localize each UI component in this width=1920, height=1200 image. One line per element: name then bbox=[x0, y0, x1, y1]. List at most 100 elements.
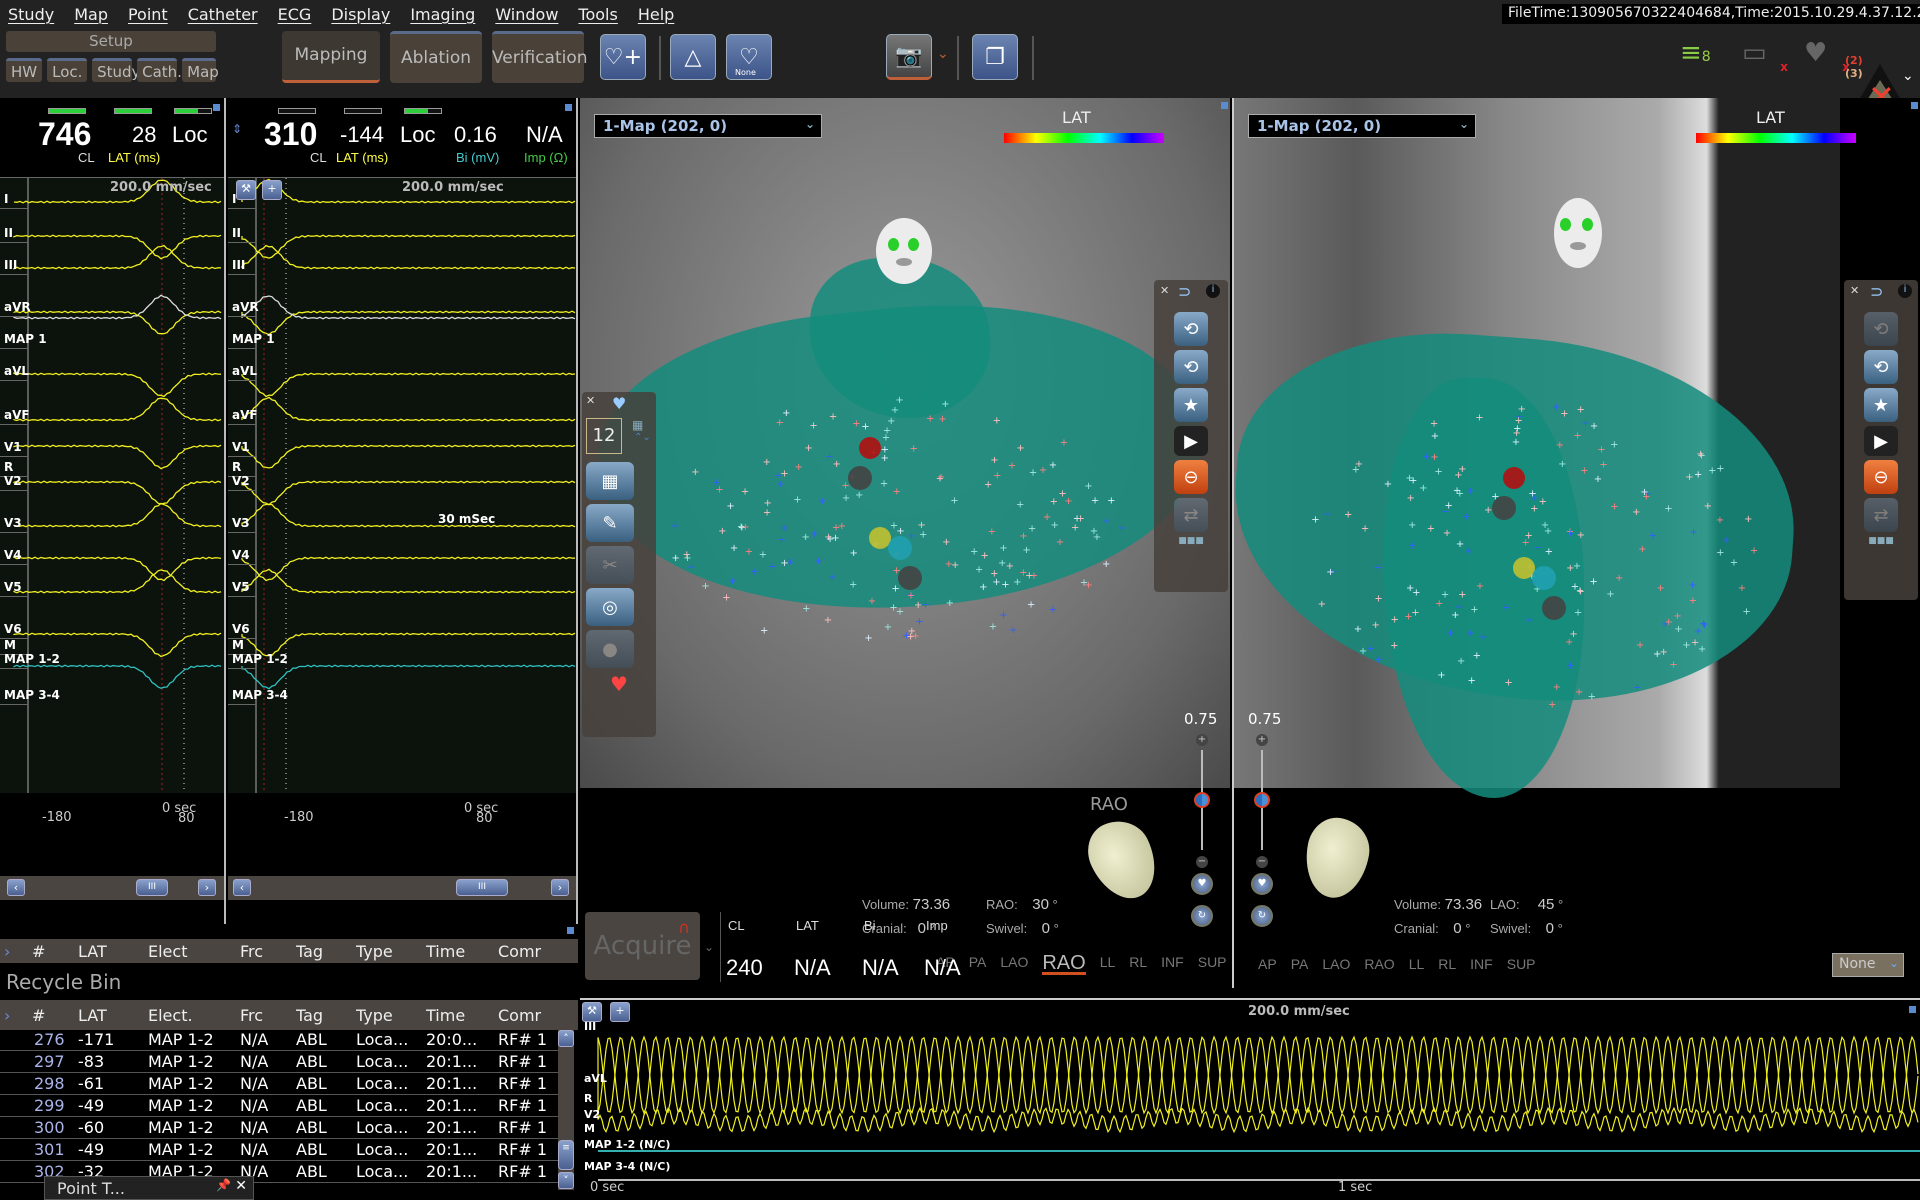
catheter-connected-icon[interactable]: ≡8 bbox=[1680, 38, 1720, 74]
view-lao-button[interactable]: LAO bbox=[1322, 956, 1350, 972]
col-header[interactable]: Time bbox=[426, 942, 498, 961]
stepper-icon[interactable]: ⌃⌄ bbox=[634, 432, 651, 443]
mode-verification-button[interactable]: Verification bbox=[492, 31, 588, 83]
heart-view-button[interactable]: ♥ bbox=[1251, 873, 1273, 895]
menu-tools[interactable]: Tools bbox=[578, 5, 617, 24]
map-view-right[interactable]: + + + + + + + + + + + + + + + + + + + + + + + + + + + + + + + + + + + + + + + +… bbox=[1232, 98, 1920, 988]
menu-imaging[interactable]: Imaging bbox=[410, 5, 475, 24]
col-header[interactable]: Comr bbox=[498, 1006, 568, 1025]
table-row[interactable]: 299 -49 MAP 1-2 N/A ABL Loca... 20:1... RF# 1 bbox=[0, 1095, 560, 1117]
scroll-left-button[interactable]: ‹ bbox=[7, 879, 25, 896]
table-row[interactable]: 300 -60 MAP 1-2 N/A ABL Loca... 20:1... RF# 1 bbox=[0, 1117, 560, 1139]
overlay-none-select[interactable]: None ⌄ bbox=[1832, 953, 1904, 977]
view-ll-button[interactable]: LL bbox=[1409, 956, 1425, 972]
menu-point[interactable]: Point bbox=[128, 5, 168, 24]
view-pa-button[interactable]: PA bbox=[969, 954, 987, 975]
ecg-right-scrollbar[interactable]: ‹ III › bbox=[228, 876, 576, 900]
view-rao-button[interactable]: RAO bbox=[1042, 953, 1086, 975]
menu-help[interactable]: Help bbox=[638, 5, 674, 24]
scroll-thumb[interactable]: ≡ bbox=[558, 1140, 574, 1170]
col-header[interactable]: Elect bbox=[148, 942, 240, 961]
window-switch-button[interactable]: ❐ bbox=[972, 34, 1018, 80]
scissors-button[interactable]: ✂ bbox=[586, 546, 634, 584]
zoom-in-icon[interactable]: + bbox=[1196, 734, 1208, 746]
more-icon[interactable]: ■■■ bbox=[1154, 536, 1228, 546]
heart-tools-icon[interactable]: ♥ bbox=[582, 672, 656, 696]
setup-hw-button[interactable]: HW bbox=[6, 58, 43, 82]
view-inf-button[interactable]: INF bbox=[1161, 954, 1184, 975]
scroll-right-button[interactable]: › bbox=[551, 879, 569, 896]
menu-study[interactable]: Study bbox=[8, 5, 54, 24]
zoom-out-icon[interactable]: − bbox=[1196, 856, 1208, 868]
scroll-up-button[interactable]: ˄ bbox=[558, 1030, 574, 1047]
shuffle-button[interactable]: ⇄ bbox=[1174, 498, 1208, 532]
panel-corner-icon[interactable] bbox=[565, 104, 572, 111]
reset-view-button[interactable]: ↻ bbox=[1251, 905, 1273, 927]
info-icon[interactable]: i bbox=[1206, 284, 1220, 298]
zoom-in-icon[interactable]: + bbox=[1256, 734, 1268, 746]
panel-corner-icon[interactable] bbox=[1911, 102, 1918, 109]
close-icon[interactable]: ✕ bbox=[235, 1178, 247, 1194]
panel-corner-icon[interactable] bbox=[1909, 1006, 1916, 1013]
grid-icon[interactable]: ▦ bbox=[632, 418, 643, 432]
setup-label[interactable]: Setup bbox=[6, 31, 216, 52]
point-tab-window[interactable]: Point T... 📌 ✕ bbox=[44, 1176, 254, 1200]
view-rao-button[interactable]: RAO bbox=[1364, 956, 1394, 972]
col-header[interactable]: # bbox=[24, 942, 78, 961]
heart-note-button[interactable]: ♡ None bbox=[726, 34, 772, 80]
col-header[interactable]: Tag bbox=[296, 1006, 356, 1025]
setup-study-button[interactable]: Study bbox=[92, 58, 140, 82]
expand-updown-icon[interactable]: ⇕ bbox=[232, 122, 242, 136]
col-header[interactable]: Type bbox=[356, 1006, 426, 1025]
scroll-thumb[interactable]: III bbox=[136, 879, 168, 896]
table-row[interactable]: 301 -49 MAP 1-2 N/A ABL Loca... 20:1... RF# 1 bbox=[0, 1139, 560, 1161]
view-rl-button[interactable]: RL bbox=[1129, 954, 1147, 975]
playback-button[interactable]: ▶ bbox=[1174, 426, 1208, 456]
table-row[interactable]: 276 -171 MAP 1-2 N/A ABL Loca... 20:0... RF# 1 bbox=[0, 1029, 560, 1051]
view-ap-button[interactable]: AP bbox=[1258, 956, 1277, 972]
col-header[interactable]: Type bbox=[356, 942, 426, 961]
close-icon[interactable]: ✕ bbox=[586, 394, 595, 407]
history-view-button[interactable]: ⟲ bbox=[1864, 312, 1898, 346]
orientation-heart-model[interactable] bbox=[1299, 813, 1375, 903]
zoom-out-icon[interactable]: − bbox=[1256, 856, 1268, 868]
acquire-button[interactable]: Acquire ∩ bbox=[585, 912, 700, 980]
reset-view-button[interactable]: ↻ bbox=[1191, 905, 1213, 927]
scroll-thumb[interactable]: III bbox=[456, 879, 508, 896]
col-header[interactable]: Time bbox=[426, 1006, 498, 1025]
table-row[interactable]: 297 -83 MAP 1-2 N/A ABL Loca... 20:1... RF# 1 bbox=[0, 1051, 560, 1073]
points-count[interactable]: 12 bbox=[586, 418, 622, 454]
caliper-tool-button[interactable]: ⚒ bbox=[236, 180, 256, 200]
triangle-catheter-button[interactable]: △ bbox=[670, 34, 716, 80]
setup-map-button[interactable]: Map bbox=[182, 58, 219, 82]
col-header[interactable]: LAT bbox=[78, 1006, 148, 1025]
expand-icon[interactable]: › bbox=[0, 1006, 24, 1025]
acquire-dropdown-icon[interactable]: ⌄ bbox=[704, 940, 714, 954]
info-icon[interactable]: i bbox=[1898, 284, 1912, 298]
pin-icon[interactable]: 📌 bbox=[216, 1178, 231, 1192]
col-header[interactable]: Comr bbox=[498, 942, 568, 961]
catheter-track-button[interactable]: ⊖ bbox=[1174, 460, 1208, 494]
camera-dropdown-chevron-icon[interactable]: ⌄ bbox=[937, 46, 949, 62]
view-lao-button[interactable]: LAO bbox=[1000, 954, 1028, 975]
more-icon[interactable]: ■■■ bbox=[1844, 536, 1918, 546]
menu-ecg[interactable]: ECG bbox=[278, 5, 312, 24]
camera-record-button[interactable]: 📷 bbox=[886, 34, 932, 80]
col-header[interactable]: # bbox=[24, 1006, 78, 1025]
panel-corner-icon[interactable] bbox=[1221, 102, 1228, 109]
add-trace-button[interactable]: + bbox=[610, 1002, 630, 1022]
view-pa-button[interactable]: PA bbox=[1291, 956, 1309, 972]
close-icon[interactable]: ✕ bbox=[1160, 284, 1169, 297]
ablate-tag-button[interactable]: ✎ bbox=[586, 504, 634, 542]
col-header[interactable]: Elect. bbox=[148, 1006, 240, 1025]
setup-loc-button[interactable]: Loc. bbox=[47, 58, 88, 82]
monitor-disconnected-icon[interactable]: ▭ x bbox=[1742, 38, 1788, 74]
add-trace-button[interactable]: + bbox=[262, 180, 282, 200]
tag-circle-button[interactable]: ◎ bbox=[586, 588, 634, 626]
point-button[interactable]: ● bbox=[586, 630, 634, 668]
heart-disconnected-icon[interactable]: ♥ x bbox=[1804, 38, 1850, 74]
scroll-left-button[interactable]: ‹ bbox=[233, 879, 251, 896]
ruler-view-button[interactable]: ⟲ bbox=[1864, 350, 1898, 384]
view-inf-button[interactable]: INF bbox=[1470, 956, 1493, 972]
setup-cath-button[interactable]: Cath. bbox=[137, 58, 182, 82]
